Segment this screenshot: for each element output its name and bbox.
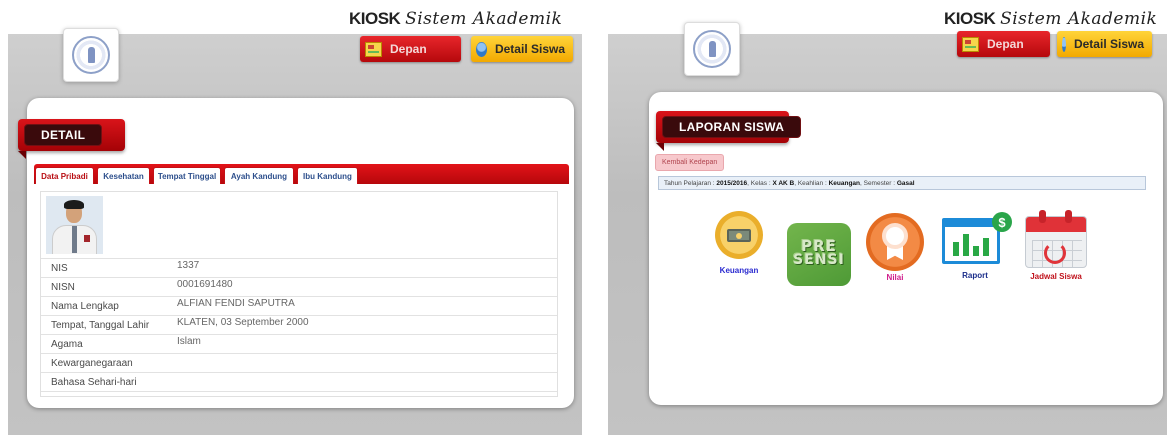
calendar-icon (1025, 216, 1087, 268)
tab-ibu-kandung[interactable]: Ibu Kandung (297, 167, 358, 184)
section-ribbon: DETAIL (18, 119, 125, 151)
row-value (167, 369, 557, 389)
menu-keuangan[interactable]: Keuangan (715, 211, 763, 275)
year-label: Tahun Pelajaran : (664, 179, 715, 187)
detail-siswa-label: Detail Siswa (494, 42, 565, 56)
row-value: ALFIAN FENDI SAPUTRA (167, 293, 557, 313)
brand-script: Sistem Akademik (1000, 9, 1158, 29)
detail-siswa-button[interactable]: Detail Siswa (1057, 31, 1152, 57)
student-photo (46, 196, 103, 254)
app-brand: KIOSK Sistem Akademik (944, 9, 1157, 29)
app-brand: KIOSK Sistem Akademik (349, 9, 562, 29)
row-value (167, 350, 557, 370)
home-icon (365, 41, 382, 57)
menu-jadwal-siswa[interactable]: Jadwal Siswa (1025, 210, 1087, 281)
major-label: , Keahlian : (794, 179, 827, 187)
row-label: NISN (41, 277, 167, 297)
home-button[interactable]: Depan (957, 31, 1050, 57)
user-icon (1062, 36, 1066, 52)
tut-wuri-emblem-icon (693, 30, 731, 68)
row-label: Agama (41, 334, 167, 354)
row-label: Nama Lengkap (41, 296, 167, 316)
menu-jadwal-label: Jadwal Siswa (1030, 272, 1082, 281)
menu-nilai-label: Nilai (886, 273, 904, 282)
tab-ayah-kandung[interactable]: Ayah Kandung (224, 167, 294, 184)
row-value: KLATEN, 03 September 2000 (167, 312, 557, 332)
row-label: NIS (41, 258, 167, 278)
row-value: Islam (167, 331, 557, 351)
row-label: Tempat, Tanggal Lahir (41, 315, 167, 335)
presensi-art-text-2: SENSI (793, 252, 845, 268)
brand-bold: KIOSK (349, 9, 401, 28)
row-value: 1337 (167, 255, 557, 275)
section-title: DETAIL (24, 124, 103, 146)
menu-presensi[interactable]: PRE SENSI (787, 223, 851, 286)
home-button-label: Depan (390, 42, 427, 56)
brand-script: Sistem Akademik (405, 9, 563, 29)
row-label: Bahasa Sehari-hari (41, 372, 167, 392)
semester-label: , Semester : (860, 179, 896, 187)
tab-data-pribadi[interactable]: Data Pribadi (35, 167, 94, 184)
table-row: Bahasa Sehari-hari (41, 369, 557, 392)
row-value: 0001691480 (167, 274, 557, 294)
menu-keuangan-label: Keuangan (719, 266, 759, 275)
school-logo (63, 28, 119, 82)
detail-siswa-button[interactable]: Detail Siswa (471, 36, 573, 62)
row-label: Kewarganegaraan (41, 353, 167, 373)
back-home-button[interactable]: Kembali Kedepan (655, 154, 725, 171)
tab-kesehatan[interactable]: Kesehatan (97, 167, 150, 184)
year-value: 2015/2016 (716, 179, 748, 187)
user-icon (476, 41, 487, 57)
personal-data-table: NIS 1337 NISN 0001691480 Nama Lengkap ALFIA… (41, 255, 557, 392)
section-ribbon: LAPORAN SISWA (656, 111, 802, 143)
brand-bold: KIOSK (944, 9, 996, 28)
report-chart-icon (942, 218, 1000, 264)
kiosk-composite: KIOSK Sistem Akademik Depan Detail Siswa… (0, 0, 1175, 435)
academic-info-bar: Tahun Pelajaran : 2015/2016, Kelas : X A… (658, 176, 1146, 190)
menu-nilai[interactable]: Nilai (866, 213, 924, 282)
dollar-icon: $ (992, 212, 1012, 232)
class-value: X AK B (772, 179, 795, 187)
tut-wuri-emblem-icon (72, 36, 110, 74)
major-value: Keuangan (828, 179, 860, 187)
section-title: LAPORAN SISWA (662, 116, 802, 138)
home-button-label: Depan (987, 37, 1024, 51)
home-icon (962, 36, 979, 52)
menu-raport-label: Raport (962, 271, 988, 280)
ribbon-fold (656, 143, 664, 151)
tab-tempat-tinggal[interactable]: Tempat Tinggal (153, 167, 221, 184)
class-label: , Kelas : (747, 179, 771, 187)
menu-raport[interactable]: $ Raport (938, 212, 1012, 280)
detail-siswa-label: Detail Siswa (1073, 37, 1144, 51)
semester-value: Gasal (896, 179, 915, 187)
detail-screen: KIOSK Sistem Akademik Depan Detail Siswa… (0, 0, 590, 435)
money-icon (727, 229, 751, 242)
laporan-screen: KIOSK Sistem Akademik Depan Detail Siswa… (600, 0, 1175, 435)
home-button[interactable]: Depan (360, 36, 461, 62)
ribbon-fold (18, 151, 26, 159)
school-logo (684, 22, 740, 76)
